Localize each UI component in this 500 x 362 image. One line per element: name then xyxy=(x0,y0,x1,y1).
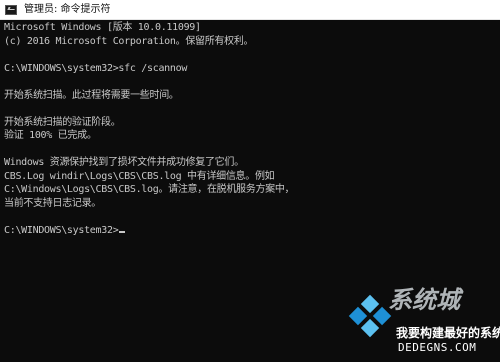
console-line: Microsoft Windows [版本 10.0.11099] xyxy=(4,22,201,33)
title-bar[interactable]: 管理员: 命令提示符 xyxy=(0,0,500,20)
watermark-domain: DEDEGNS.COM xyxy=(398,341,477,354)
windows-logo-icon xyxy=(348,294,392,338)
cmd-window: 管理员: 命令提示符 Microsoft Windows [版本 10.0.11… xyxy=(0,0,500,362)
console-line: Windows 资源保护找到了损坏文件并成功修复了它们。 xyxy=(4,157,244,168)
watermark-brand: 系统城 xyxy=(388,286,460,314)
console-line: C:\Windows\Logs\CBS\CBS.log。请注意，在脱机服务方案中… xyxy=(4,184,295,195)
watermark: 系统城 我要构建最好的系统 DEDEGNS.COM xyxy=(346,278,500,358)
console-line: 当前不支持日志记录。 xyxy=(4,197,101,209)
text-cursor xyxy=(119,230,126,233)
watermark-slogan: 我要构建最好的系统 xyxy=(396,326,500,340)
console-prompt: C:\WINDOWS\system32> xyxy=(4,224,119,236)
cmd-icon xyxy=(5,5,17,15)
window-title: 管理员: 命令提示符 xyxy=(24,4,111,15)
console-line: 开始系统扫描的验证阶段。 xyxy=(4,116,121,128)
console-line: CBS.Log windir\Logs\CBS\CBS.log 中有详细信息。例… xyxy=(4,170,275,182)
console-line: (c) 2016 Microsoft Corporation。保留所有权利。 xyxy=(4,35,254,47)
console-line: 验证 100% 已完成。 xyxy=(4,130,97,141)
console-prompt-line[interactable]: C:\WINDOWS\system32> xyxy=(4,224,500,238)
console-line: C:\WINDOWS\system32>sfc /scannow xyxy=(4,62,188,74)
console-line: 开始系统扫描。此过程将需要一些时间。 xyxy=(4,89,179,101)
